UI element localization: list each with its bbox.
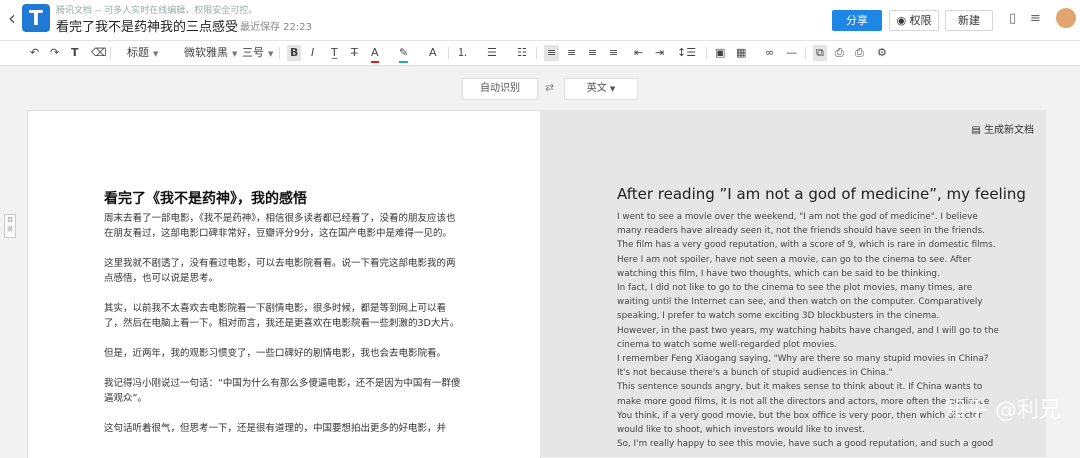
underline-icon[interactable]: T̲ <box>331 45 338 61</box>
source-paragraph: 其实，以前我不太喜欢去电影院看一下剧情电影，很多时候，都是等到网上可以看了，然后… <box>104 303 460 329</box>
translated-body: I went to see a movie over the weekend, … <box>617 210 999 451</box>
indent-increase-icon[interactable]: ⇥ <box>655 45 664 61</box>
copy-format-icon[interactable]: ⧉ <box>813 45 827 61</box>
translated-line: So, I'm really happy to see this movie, … <box>617 439 994 450</box>
table-icon[interactable]: ▦ <box>736 45 746 61</box>
divider <box>536 47 537 59</box>
redo-icon[interactable]: ↷ <box>50 45 59 61</box>
translated-line: Here I am not spoiler, have not seen a m… <box>617 254 972 265</box>
save-status: 最近保存 22:23 <box>240 22 312 33</box>
avatar[interactable] <box>1056 8 1076 28</box>
divider <box>279 47 280 59</box>
translated-line: You think, if a very good movie, but the… <box>617 410 983 421</box>
eye-icon: ◉ <box>896 14 907 27</box>
paragraph-style-select[interactable]: 标题 ▼ <box>127 45 158 62</box>
indent-decrease-icon[interactable]: ⇤ <box>634 45 643 61</box>
font-color-icon[interactable]: A <box>371 45 379 63</box>
text-case-icon[interactable]: A <box>429 45 437 61</box>
size-select-value: 三号 <box>242 46 264 59</box>
divider <box>805 47 806 59</box>
bullet-list-icon[interactable]: ☰ <box>487 45 497 61</box>
mobile-icon[interactable]: ▯ <box>1009 11 1016 26</box>
horizontal-rule-icon[interactable]: — <box>786 45 797 61</box>
justify-icon[interactable]: ≡ <box>609 45 618 61</box>
format-toolbar: ↶ ↷ T ⌫ 标题 ▼ 微软雅黑 ▼ 三号 ▼ B I T̲ T̶ A ✎ A ⒈ … <box>0 41 1080 66</box>
divider <box>110 47 111 59</box>
document-icon: ▤ <box>971 125 981 136</box>
app-logo-icon: T <box>22 4 50 32</box>
format-painter-icon[interactable]: T <box>71 45 79 61</box>
style-select-value: 标题 <box>127 46 149 59</box>
translated-line: make more good films, it is not all the … <box>617 396 990 407</box>
target-language-select[interactable]: 英文 ▼ <box>564 78 638 100</box>
document-title[interactable]: 看完了我不是药神我的三点感受 <box>56 16 238 35</box>
font-select-value: 微软雅黑 <box>184 46 228 59</box>
chevron-down-icon: ▼ <box>232 50 238 58</box>
bold-icon[interactable]: B <box>287 45 302 61</box>
align-right-icon[interactable]: ≡ <box>588 45 597 61</box>
translated-line: I remember Feng Xiaogang saying, "Why ar… <box>617 354 989 365</box>
link-icon[interactable]: ∞ <box>765 45 774 61</box>
permission-label: 权限 <box>909 14 932 27</box>
translated-line: In fact, I did not like to go to the cin… <box>617 283 973 294</box>
undo-icon[interactable]: ↶ <box>30 45 39 61</box>
chevron-down-icon: ▼ <box>609 85 616 93</box>
translated-line: However, in the past two years, my watch… <box>617 325 999 336</box>
target-language-label: 英文 <box>586 83 607 94</box>
checklist-icon[interactable]: ☷ <box>517 45 527 61</box>
source-paragraph: 周末去看了一部电影，《我不是药神》，相信很多读者都已经看了，没看的朋友应该也在朋… <box>104 213 456 239</box>
source-paragraph: 我记得冯小刚说过一句话：“中国为什么有那么多傻逼电影，还不是因为中国有一群傻逼观… <box>104 378 461 404</box>
translated-line: watching this film, I have two thoughts,… <box>617 268 940 279</box>
source-document-page[interactable]: 看完了《我不是药神》，我的感悟 周末去看了一部电影，《我不是药神》，相信很多读者… <box>27 110 541 458</box>
translated-line: speaking, I prefer to watch some excitin… <box>617 311 940 322</box>
generate-document-label: 生成新文档 <box>984 125 1034 136</box>
translated-heading: After reading ”I am not a god of medicin… <box>617 185 1026 203</box>
translated-line: It's not because there's a bunch of stup… <box>617 368 893 379</box>
font-family-select[interactable]: 微软雅黑 ▼ <box>184 45 237 62</box>
app-notice: 腾讯文档 -- 可多人实时在线编辑，权限安全可控。 <box>56 6 258 16</box>
translated-line: would like to shoot, which investors wou… <box>617 425 865 436</box>
translated-line: The film has a very good reputation, wit… <box>617 240 996 251</box>
translated-line: many readers have already seen it, not t… <box>617 226 985 237</box>
swap-language-icon[interactable]: ⇄ <box>545 81 554 94</box>
font-size-select[interactable]: 三号 ▼ <box>242 45 273 62</box>
source-language-select[interactable]: 自动识别 <box>462 78 538 100</box>
source-paragraph: 这句话听着很气，但思考一下，还是很有道理的，中国要想拍出更多的好电影，并 <box>104 423 447 434</box>
clear-format-icon[interactable]: ⌫ <box>91 45 107 61</box>
print-icon[interactable]: ⎙ <box>855 45 864 61</box>
chevron-down-icon: ▼ <box>268 50 274 58</box>
source-heading: 看完了《我不是药神》，我的感悟 <box>104 191 307 207</box>
divider <box>448 47 449 59</box>
source-paragraph: 但是，近两年，我的观影习惯变了，一些口碑好的剧情电影，我也会去电影院看。 <box>104 348 447 359</box>
source-paragraph: 这里我就不剧透了，没有看过电影，可以去电影院看看。说一下看完这部电影我的两点感悟… <box>104 258 456 284</box>
translated-line: I went to see a movie over the weekend, … <box>617 212 978 222</box>
menu-icon[interactable]: ≡ <box>1030 11 1041 26</box>
generate-document-button[interactable]: ▤ 生成新文档 <box>971 121 1034 136</box>
share-button[interactable]: 分享 <box>832 10 882 31</box>
image-icon[interactable]: ▣ <box>715 45 725 61</box>
translated-line: waiting until the Internet can see, and … <box>617 297 983 308</box>
translated-line: cinema to watch some well-regarded plot … <box>617 339 838 350</box>
outline-toggle-tab[interactable]: 目录 <box>4 214 16 238</box>
ordered-list-icon[interactable]: ⒈ <box>457 45 468 61</box>
translated-line: This sentence sounds angry, but it makes… <box>617 382 983 393</box>
align-center-icon[interactable]: ≡ <box>567 45 576 61</box>
line-spacing-icon[interactable]: ↕☰ <box>677 45 696 61</box>
watermark: 知乎 @利兄 <box>944 398 1061 423</box>
chevron-down-icon: ▼ <box>153 50 159 58</box>
settings-icon[interactable]: ⚙ <box>877 45 887 61</box>
permission-button[interactable]: ◉ 权限 <box>889 10 939 31</box>
back-arrow-icon[interactable]: ‹ <box>8 8 16 28</box>
source-body: 周末去看了一部电影，《我不是药神》，相信很多读者都已经看了，没看的朋友应该也在朋… <box>104 211 464 451</box>
print-preview-icon[interactable]: ⎙ <box>835 45 844 61</box>
divider <box>706 47 707 59</box>
strikethrough-icon[interactable]: T̶ <box>351 45 358 61</box>
top-bar: ‹ T 腾讯文档 -- 可多人实时在线编辑，权限安全可控。 看完了我不是药神我的… <box>0 0 1080 41</box>
highlight-icon[interactable]: ✎ <box>399 45 409 63</box>
new-document-button[interactable]: 新建 <box>945 10 993 31</box>
italic-icon[interactable]: I <box>311 45 314 61</box>
align-left-icon[interactable]: ≡ <box>544 45 560 61</box>
